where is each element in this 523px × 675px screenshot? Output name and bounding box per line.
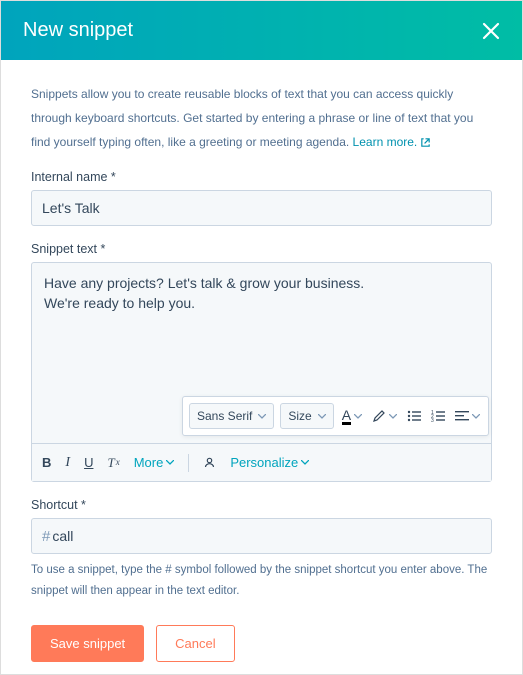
font-size-select[interactable]: Size [280,403,333,429]
personalize-button[interactable]: Personalize [230,455,309,470]
editor-toolbar: B I U Tx More Personalize [32,443,491,481]
modal-body: Snippets allow you to create reusable bl… [1,60,522,674]
snippet-modal: New snippet Snippets allow you to create… [1,1,522,674]
chevron-down-icon [301,460,309,465]
chevron-down-icon [258,414,266,419]
highlight-button[interactable] [370,406,399,426]
modal-title: New snippet [23,19,133,42]
external-link-icon [420,137,431,148]
numbered-list-icon: 123 [431,410,445,422]
font-color-button[interactable]: A [340,405,364,428]
font-color-letter: A [342,408,351,425]
close-button[interactable] [482,22,500,40]
numbered-list-button[interactable]: 123 [429,407,447,425]
snippet-editor: Have any projects? Let's talk & grow you… [31,262,492,482]
bold-button[interactable]: B [42,456,51,469]
align-left-icon [455,410,469,422]
personalize-token-icon[interactable] [203,456,216,469]
chevron-down-icon [166,460,174,465]
personalize-label: Personalize [230,455,298,470]
toolbar-divider [188,454,189,472]
shortcut-field: # [31,518,492,554]
contact-token-icon [203,456,216,469]
shortcut-hint: To use a snippet, type the # symbol foll… [31,560,492,601]
clear-format-button[interactable]: Tx [107,456,119,469]
learn-more-label: Learn more. [353,130,418,154]
align-button[interactable] [453,407,482,425]
font-size-value: Size [288,409,311,423]
close-icon [482,22,500,40]
learn-more-link[interactable]: Learn more. [353,130,432,154]
more-button[interactable]: More [134,455,175,470]
font-family-select[interactable]: Sans Serif [189,403,274,429]
internal-name-label: Internal name * [31,170,492,184]
bullet-list-icon [407,410,421,422]
italic-button[interactable]: I [65,456,70,470]
text-format-popover: Sans Serif Size A [182,396,489,436]
svg-text:3: 3 [431,418,434,422]
more-label: More [134,455,164,470]
underline-button[interactable]: U [84,456,93,469]
bullet-list-button[interactable] [405,407,423,425]
intro-text: Snippets allow you to create reusable bl… [31,82,492,154]
internal-name-input[interactable] [31,190,492,226]
chevron-down-icon [389,414,397,419]
snippet-text-label: Snippet text * [31,242,492,256]
font-family-value: Sans Serif [197,409,252,423]
save-button[interactable]: Save snippet [31,625,144,662]
shortcut-prefix: # [42,528,50,545]
modal-header: New snippet [1,1,522,60]
chevron-down-icon [354,414,362,419]
chevron-down-icon [318,414,326,419]
shortcut-label: Shortcut * [31,498,492,512]
shortcut-input[interactable] [52,519,481,553]
modal-footer: Save snippet Cancel [31,625,492,662]
pencil-icon [372,409,386,423]
cancel-button[interactable]: Cancel [156,625,234,662]
chevron-down-icon [472,414,480,419]
